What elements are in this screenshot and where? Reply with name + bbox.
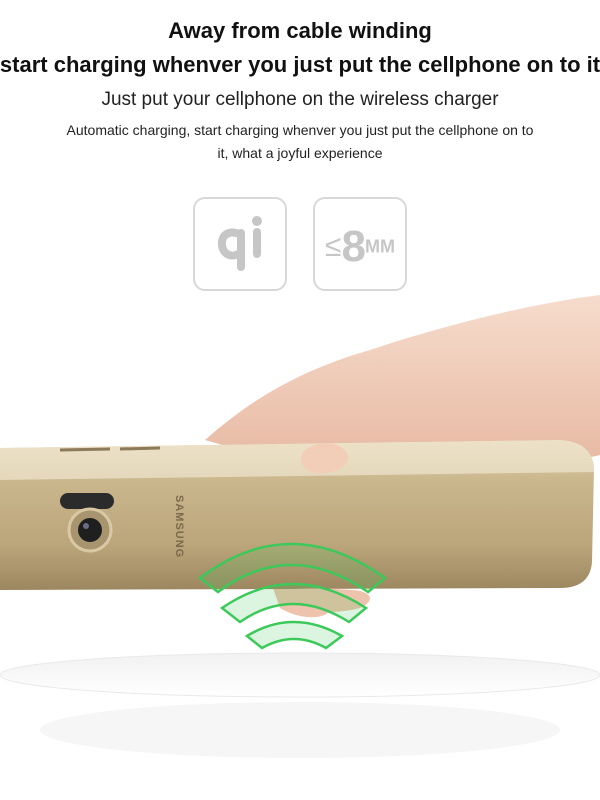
smartphone-image: SAMSUNG <box>0 440 594 590</box>
page-subtitle: start charging whenver you just put the … <box>0 52 600 77</box>
distance-unit: MM <box>364 236 395 257</box>
brand-logo: SAMSUNG <box>173 495 185 558</box>
qi-badge <box>193 197 287 291</box>
charging-scene-illustration: SAMSUNG <box>0 295 600 758</box>
page-title: Away from cable winding <box>168 18 432 43</box>
less-equal-symbol: ≤ <box>325 230 342 263</box>
distance-label: ≤8MM <box>315 222 405 272</box>
lead-text: Just put your cellphone on the wireless … <box>101 89 499 110</box>
description-text: Automatic charging, start charging whenv… <box>66 122 534 161</box>
qi-logo-icon <box>217 216 262 271</box>
distance-value: 8 <box>341 222 366 271</box>
wireless-charger-pad <box>0 652 600 758</box>
distance-badge: ≤8MM <box>313 197 407 291</box>
flash-sensor-icon <box>60 493 114 509</box>
